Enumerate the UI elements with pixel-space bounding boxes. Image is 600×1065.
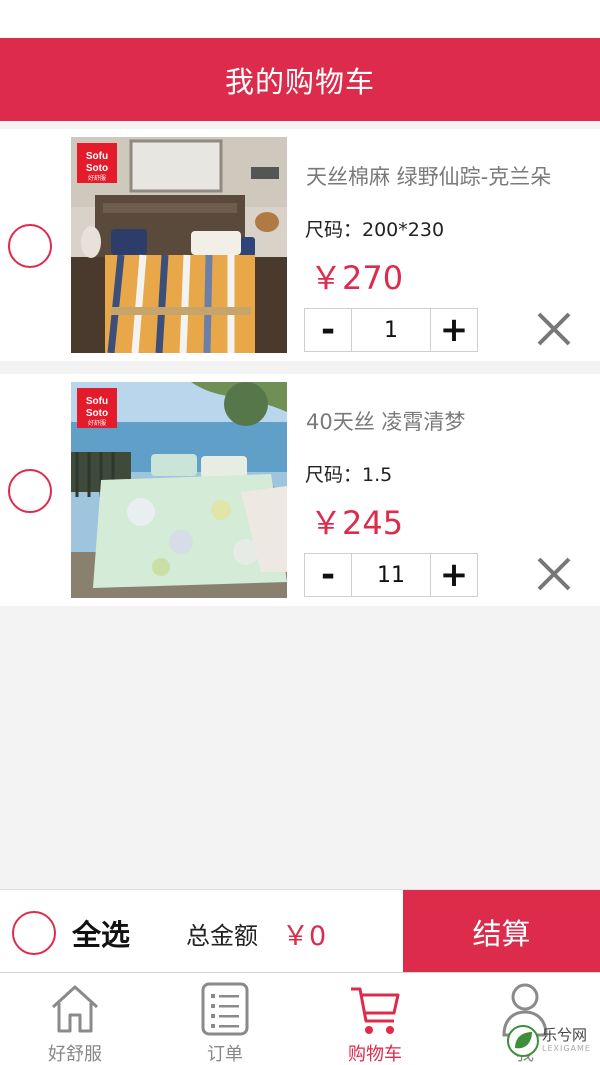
product-image[interactable]: Sofu Soto 好舒服 (71, 382, 287, 598)
total-amount-value: ￥0 (282, 921, 327, 952)
delete-item-button[interactable] (534, 309, 574, 349)
tab-label: 购物车 (348, 1044, 402, 1065)
close-icon (537, 557, 571, 591)
checkout-bar: 全选 总金额 ￥0 结算 (0, 889, 600, 973)
tab-label: 好舒服 (48, 1044, 102, 1065)
watermark-text: 乐兮网 (542, 1026, 588, 1044)
home-icon (51, 985, 99, 1033)
cart-item: Sofu Soto 好舒服 40天丝 凌霄清梦 尺码：1.5 ￥245 - 11… (0, 374, 600, 606)
svg-text:Soto: Soto (86, 163, 108, 174)
leaf-logo-icon (507, 1025, 539, 1057)
tab-label: 订单 (207, 1044, 243, 1065)
product-size: 尺码：200*230 (305, 219, 445, 241)
product-price: ￥245 (310, 504, 404, 542)
page-title: 我的购物车 (224, 64, 375, 99)
svg-text:Sofu: Sofu (86, 151, 108, 162)
tab-home[interactable]: 好舒服 (0, 973, 150, 1065)
increase-quantity-button[interactable]: + (431, 554, 477, 596)
watermark-subtext: LEXIGAME (542, 1044, 591, 1053)
navigation-bar: 我的购物车 (0, 38, 600, 121)
close-icon (537, 312, 571, 346)
svg-text:好舒服: 好舒服 (88, 174, 106, 182)
tab-cart[interactable]: 购物车 (300, 973, 450, 1065)
product-size: 尺码：1.5 (305, 464, 393, 486)
cart-icon (351, 987, 400, 1034)
product-title[interactable]: 天丝棉麻 绿野仙踪-克兰朵 (306, 161, 551, 191)
tab-orders[interactable]: 订单 (150, 973, 300, 1065)
svg-text:Sofu: Sofu (86, 396, 108, 407)
product-price: ￥270 (310, 259, 404, 297)
decrease-quantity-button[interactable]: - (305, 309, 351, 351)
cart-item: Sofu Soto 好舒服 天丝棉麻 绿野仙踪-克兰朵 尺码：200*230 ￥… (0, 129, 600, 361)
total-amount-label: 总金额 (186, 922, 258, 950)
quantity-value[interactable]: 1 (351, 309, 431, 351)
select-all-label[interactable]: 全选 (72, 912, 130, 954)
quantity-stepper: - 1 + (304, 308, 478, 352)
status-bar (0, 0, 600, 38)
product-title[interactable]: 40天丝 凌霄清梦 (306, 406, 465, 436)
decrease-quantity-button[interactable]: - (305, 554, 351, 596)
quantity-value[interactable]: 11 (351, 554, 431, 596)
select-all-radio[interactable] (12, 911, 56, 955)
item-select-radio[interactable] (8, 224, 52, 268)
delete-item-button[interactable] (534, 554, 574, 594)
svg-text:Soto: Soto (86, 408, 108, 419)
checkout-button[interactable]: 结算 (403, 890, 600, 973)
quantity-stepper: - 11 + (304, 553, 478, 597)
svg-text:好舒服: 好舒服 (88, 419, 106, 427)
bedding-photo-1: Sofu Soto 好舒服 (71, 137, 287, 353)
bedding-photo-2: Sofu Soto 好舒服 (71, 382, 287, 598)
order-list-icon (201, 982, 249, 1036)
watermark-logo: 乐兮网 LEXIGAME (504, 1020, 600, 1065)
increase-quantity-button[interactable]: + (431, 309, 477, 351)
item-select-radio[interactable] (8, 469, 52, 513)
product-image[interactable]: Sofu Soto 好舒服 (71, 137, 287, 353)
